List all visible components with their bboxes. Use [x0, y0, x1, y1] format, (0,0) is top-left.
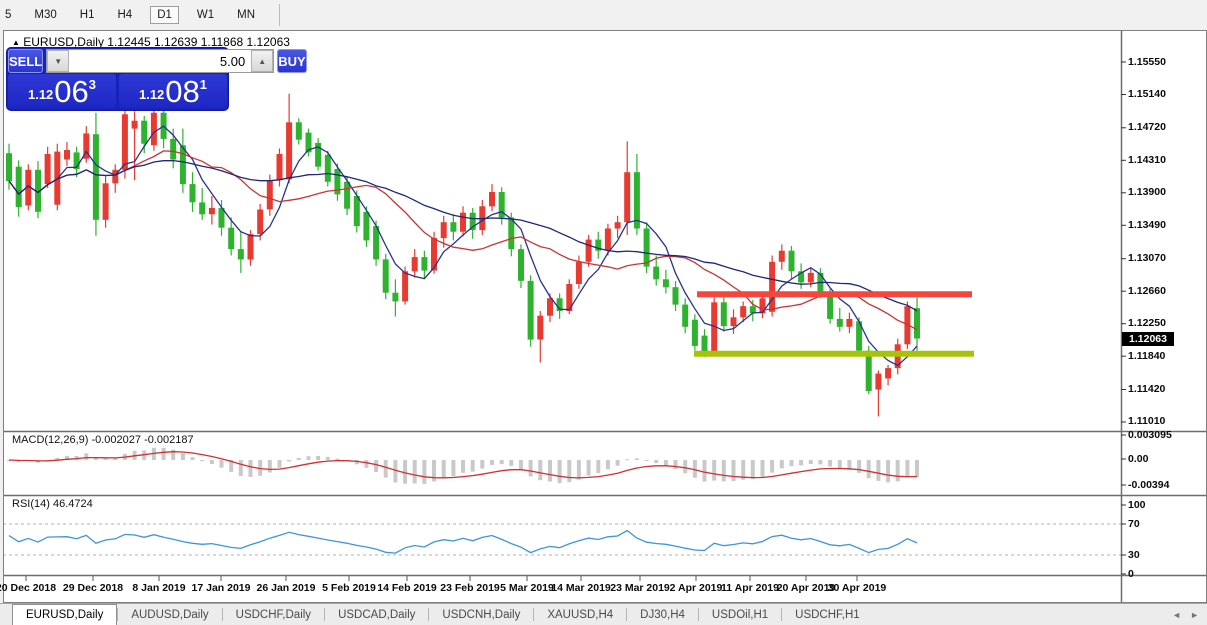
volume-spinner: ▼ ▲ — [46, 49, 274, 73]
volume-input[interactable] — [69, 50, 251, 72]
tab-dj30-h4[interactable]: DJ30,H4 — [627, 604, 698, 625]
chart-tab-bar: EURUSD,DailyAUDUSD,DailyUSDCHF,DailyUSDC… — [0, 603, 1207, 625]
toolbar-separator — [279, 4, 280, 26]
timeframe-button-h4[interactable]: H4 — [112, 6, 137, 24]
buy-button[interactable]: BUY — [277, 49, 306, 73]
price-axis-label: 1.13070 — [1128, 252, 1166, 264]
price-axis-label: 1.13900 — [1128, 186, 1166, 198]
sell-button[interactable]: SELL — [8, 49, 43, 73]
chart-window: ▲ EURUSD,Daily 1.12445 1.12639 1.11868 1… — [3, 30, 1207, 603]
timeframe-button-h1[interactable]: H1 — [75, 6, 100, 24]
collapse-arrow-icon[interactable]: ▲ — [12, 38, 20, 47]
date-axis-label: 8 Jan 2019 — [132, 582, 185, 594]
sell-price[interactable]: 1.12 06 3 — [8, 74, 116, 108]
chart-symbol-label: EURUSD,Daily — [23, 35, 104, 49]
current-price-badge: 1.12063 — [1122, 332, 1174, 346]
tab-usdoil-h1[interactable]: USDOil,H1 — [699, 604, 781, 625]
chart-canvas[interactable] — [3, 30, 1207, 603]
date-axis-label: 30 Apr 2019 — [828, 582, 887, 594]
tab-usdchf-daily[interactable]: USDCHF,Daily — [223, 604, 324, 625]
chart-title: ▲ EURUSD,Daily 1.12445 1.12639 1.11868 1… — [12, 35, 290, 49]
one-click-trade-panel: SELL ▼ ▲ BUY 1.12 06 3 1.12 08 1 — [7, 48, 228, 110]
date-axis-label: 29 Dec 2018 — [63, 582, 123, 594]
date-axis-label: 11 Apr 2019 — [721, 582, 779, 594]
timeframe-button-w1[interactable]: W1 — [192, 6, 219, 24]
price-axis-label: 1.13490 — [1128, 219, 1166, 231]
date-axis-label: 17 Jan 2019 — [192, 582, 251, 594]
timeframe-button-mn[interactable]: MN — [232, 6, 260, 24]
price-axis-label: 1.15140 — [1128, 88, 1166, 100]
price-axis-label: 1.12660 — [1128, 285, 1166, 297]
tab-usdcad-daily[interactable]: USDCAD,Daily — [325, 604, 428, 625]
macd-axis-label: -0.00394 — [1128, 479, 1169, 491]
sell-price-prefix: 1.12 — [28, 87, 53, 102]
tab-usdchf-h1[interactable]: USDCHF,H1 — [782, 604, 873, 625]
macd-legend: MACD(12,26,9) -0.002027 -0.002187 — [12, 434, 194, 446]
price-axis-label: 1.11420 — [1128, 383, 1165, 395]
buy-price[interactable]: 1.12 08 1 — [119, 74, 227, 108]
price-axis-label: 1.15550 — [1128, 56, 1166, 68]
price-axis-label: 1.11010 — [1128, 415, 1165, 427]
volume-increase-icon[interactable]: ▲ — [251, 50, 273, 72]
price-axis-label: 1.12250 — [1128, 317, 1166, 329]
rsi-axis-label: 70 — [1128, 518, 1140, 530]
volume-decrease-icon[interactable]: ▼ — [47, 50, 69, 72]
timeframe-toolbar: 5 M30 H1 H4 D1 W1 MN — [0, 0, 1207, 30]
buy-price-big: 08 — [165, 78, 199, 106]
price-axis-label: 1.11840 — [1128, 350, 1165, 362]
timeframe-button-5[interactable]: 5 — [0, 6, 16, 24]
rsi-axis-label: 30 — [1128, 549, 1140, 561]
price-axis-label: 1.14310 — [1128, 154, 1166, 166]
date-axis-label: 23 Mar 2019 — [610, 582, 670, 594]
date-axis-label: 23 Feb 2019 — [440, 582, 500, 594]
sell-price-sup: 3 — [89, 77, 96, 92]
rsi-legend: RSI(14) 46.4724 — [12, 498, 93, 510]
macd-axis-label: 0.00 — [1128, 453, 1148, 465]
macd-axis-label: 0.003095 — [1128, 429, 1172, 441]
tab-scroll-right-icon[interactable]: ► — [1190, 610, 1199, 620]
price-axis-label: 1.14720 — [1128, 121, 1166, 133]
chart-ohlc-values: 1.12445 1.12639 1.11868 1.12063 — [107, 35, 290, 49]
date-axis-label: 14 Feb 2019 — [377, 582, 437, 594]
date-axis-label: 5 Feb 2019 — [322, 582, 376, 594]
rsi-axis-label: 0 — [1128, 568, 1134, 580]
timeframe-button-m30[interactable]: M30 — [29, 6, 61, 24]
tab-xauusd-h4[interactable]: XAUUSD,H4 — [534, 604, 626, 625]
tab-usdcnh-daily[interactable]: USDCNH,Daily — [429, 604, 533, 625]
rsi-axis-label: 100 — [1128, 499, 1146, 511]
date-axis-label: 5 Mar 2019 — [500, 582, 554, 594]
tab-scroll-left-icon[interactable]: ◄ — [1172, 610, 1181, 620]
date-axis-label: 14 Mar 2019 — [551, 582, 611, 594]
sell-price-big: 06 — [54, 78, 88, 106]
buy-price-prefix: 1.12 — [139, 87, 164, 102]
date-axis-label: 26 Jan 2019 — [257, 582, 316, 594]
date-axis-label: 20 Dec 2018 — [0, 582, 56, 594]
tab-audusd-daily[interactable]: AUDUSD,Daily — [118, 604, 221, 625]
date-axis-label: 20 Apr 2019 — [777, 582, 836, 594]
timeframe-button-d1[interactable]: D1 — [150, 6, 179, 24]
buy-price-sup: 1 — [200, 77, 207, 92]
date-axis-label: 2 Apr 2019 — [670, 582, 723, 594]
tab-eurusd-daily[interactable]: EURUSD,Daily — [12, 604, 117, 625]
